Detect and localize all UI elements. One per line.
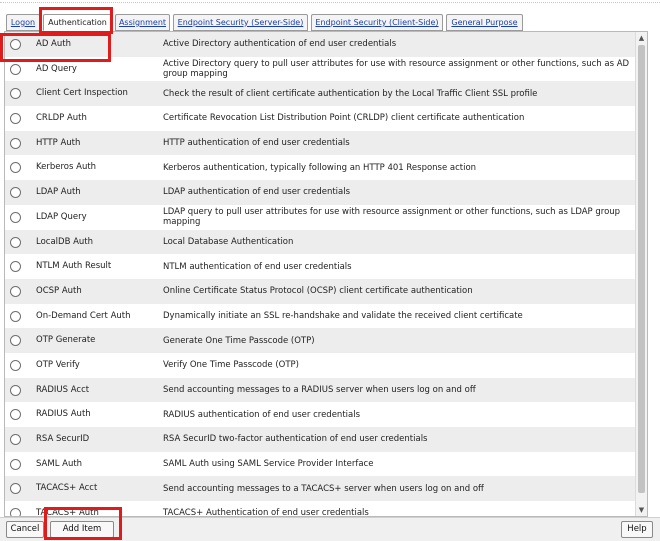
list-item[interactable]: SAML Auth SAML Auth using SAML Service Pr… [5, 452, 637, 477]
radio-button[interactable] [10, 384, 21, 396]
radio-button[interactable] [10, 335, 21, 347]
radio-button[interactable] [10, 483, 21, 495]
item-name: TACACS+ Acct [36, 483, 98, 494]
item-description: Check the result of client certificate a… [163, 88, 538, 99]
item-description: LDAP query to pull user attributes for u… [163, 207, 621, 228]
help-button[interactable]: Help [621, 521, 653, 538]
item-name: LDAP Auth [36, 187, 81, 198]
item-description: TACACS+ Authentication of end user crede… [163, 508, 369, 517]
radio-button[interactable] [10, 137, 21, 149]
radio-button[interactable] [10, 359, 21, 371]
cancel-button[interactable]: Cancel [6, 521, 44, 538]
list-item[interactable]: TACACS+ Acct Send accounting messages to … [5, 476, 637, 502]
item-description: HTTP authentication of end user credenti… [163, 138, 350, 149]
tab-authentication[interactable]: Authentication [43, 14, 112, 31]
radio-button[interactable] [10, 261, 21, 273]
vertical-scrollbar[interactable]: ▲ ▼ [635, 32, 647, 516]
item-description: Generate One Time Passcode (OTP) [163, 335, 315, 346]
list-item[interactable]: LDAP Auth LDAP authentication of end user… [5, 180, 637, 205]
item-name: RADIUS Auth [36, 409, 91, 420]
tab-assignment[interactable]: Assignment [115, 14, 170, 31]
item-description: Verify One Time Passcode (OTP) [163, 360, 299, 371]
item-name: SAML Auth [36, 458, 83, 469]
list-item[interactable]: LocalDB Auth Local Database Authenticatio… [5, 229, 637, 255]
item-rows: AD Auth Active Directory authentication o… [5, 32, 647, 517]
tab-general-purpose[interactable]: General Purpose [446, 14, 523, 31]
item-name: NTLM Auth Result [36, 261, 112, 272]
item-name: HTTP Auth [36, 137, 81, 148]
radio-button[interactable] [10, 39, 21, 50]
list-item[interactable]: RADIUS Acct Send accounting messages to a… [5, 377, 637, 403]
list-item[interactable]: OTP Verify Verify One Time Passcode (OTP) [5, 353, 637, 378]
list-item[interactable]: On-Demand Cert Auth Dynamically initiate … [5, 304, 637, 329]
item-name: AD Auth [36, 39, 71, 49]
radio-button[interactable] [10, 409, 21, 421]
radio-button[interactable] [10, 113, 21, 125]
item-name: OTP Generate [36, 335, 96, 346]
item-description: RSA SecurID two-factor authentication of… [163, 434, 428, 445]
add-item-button[interactable]: Add Item [50, 521, 114, 538]
scroll-up-icon[interactable]: ▲ [636, 32, 647, 44]
item-description: Send accounting messages to a TACACS+ se… [163, 483, 484, 494]
list-item[interactable]: OTP Generate Generate One Time Passcode (… [5, 328, 637, 353]
item-description: Certificate Revocation List Distribution… [163, 113, 525, 124]
list-item[interactable]: OCSP Auth Online Certificate Status Proto… [5, 278, 637, 304]
list-item[interactable]: RADIUS Auth RADIUS authentication of end … [5, 402, 637, 427]
radio-button[interactable] [10, 63, 21, 75]
tab-logon[interactable]: Logon [6, 14, 40, 31]
radio-button[interactable] [10, 508, 21, 516]
item-name: RSA SecurID [36, 434, 90, 444]
tab-endpoint-security-client-side[interactable]: Endpoint Security (Client-Side) [311, 14, 443, 31]
item-description: LDAP authentication of end user credenti… [163, 187, 351, 198]
radio-button[interactable] [10, 434, 21, 445]
item-description: Send accounting messages to a RADIUS ser… [163, 384, 476, 395]
bottom-toolbar: Cancel Add Item Help [0, 517, 660, 541]
radio-button[interactable] [10, 162, 21, 174]
radio-button[interactable] [10, 285, 21, 297]
radio-button[interactable] [10, 187, 21, 199]
item-description: SAML Auth using SAML Service Provider In… [163, 459, 374, 470]
item-description: Kerberos authentication, typically follo… [163, 162, 477, 173]
agent-item-list: AD Auth Active Directory authentication o… [4, 31, 648, 517]
list-item[interactable]: HTTP Auth HTTP authentication of end user… [5, 130, 637, 156]
radio-button[interactable] [10, 88, 21, 100]
list-item[interactable]: LDAP Query LDAP query to pull user attrib… [5, 205, 637, 230]
item-description: Local Database Authentication [163, 236, 294, 247]
list-item[interactable]: NTLM Auth Result NTLM authentication of e… [5, 254, 637, 279]
radio-button[interactable] [10, 236, 21, 248]
tab-endpoint-security-server-side[interactable]: Endpoint Security (Server-Side) [173, 14, 308, 31]
list-item[interactable]: CRLDP Auth Certificate Revocation List Di… [5, 106, 637, 131]
item-description: Online Certificate Status Protocol (OCSP… [163, 286, 473, 297]
scroll-thumb[interactable] [638, 45, 645, 493]
item-description: NTLM authentication of end user credenti… [163, 261, 352, 272]
item-name: LocalDB Auth [36, 236, 94, 247]
list-item[interactable]: Kerberos Auth Kerberos authentication, ty… [5, 155, 637, 180]
list-item[interactable]: AD Auth Active Directory authentication o… [5, 32, 637, 57]
item-name: On-Demand Cert Auth [36, 310, 131, 321]
item-description: RADIUS authentication of end user creden… [163, 409, 361, 420]
item-name: RADIUS Acct [36, 384, 90, 395]
list-item[interactable]: AD Query Active Directory query to pull u… [5, 57, 637, 82]
item-name: OCSP Auth [36, 285, 82, 296]
radio-button[interactable] [10, 310, 21, 322]
list-item[interactable]: TACACS+ Auth TACACS+ Authentication of en… [5, 501, 637, 517]
item-name: CRLDP Auth [36, 113, 87, 124]
item-name: TACACS+ Auth [36, 508, 99, 517]
item-name: LDAP Query [36, 211, 87, 222]
tab-bar: Logon Authentication Assignment Endpoint… [6, 14, 646, 31]
item-description: Dynamically initiate an SSL re-handshake… [163, 310, 523, 321]
item-name: Kerberos Auth [36, 162, 97, 173]
item-name: AD Query [36, 63, 77, 74]
top-divider [0, 2, 660, 3]
item-name: Client Cert Inspection [36, 88, 128, 99]
item-name: OTP Verify [36, 359, 80, 370]
list-item[interactable]: Client Cert Inspection Check the result o… [5, 81, 637, 107]
radio-button[interactable] [10, 211, 21, 223]
scroll-down-icon[interactable]: ▼ [636, 504, 647, 516]
radio-button[interactable] [10, 458, 21, 470]
item-description: Active Directory query to pull user attr… [163, 59, 630, 80]
list-item[interactable]: RSA SecurID RSA SecurID two-factor authen… [5, 427, 637, 452]
item-description: Active Directory authentication of end u… [163, 39, 397, 50]
